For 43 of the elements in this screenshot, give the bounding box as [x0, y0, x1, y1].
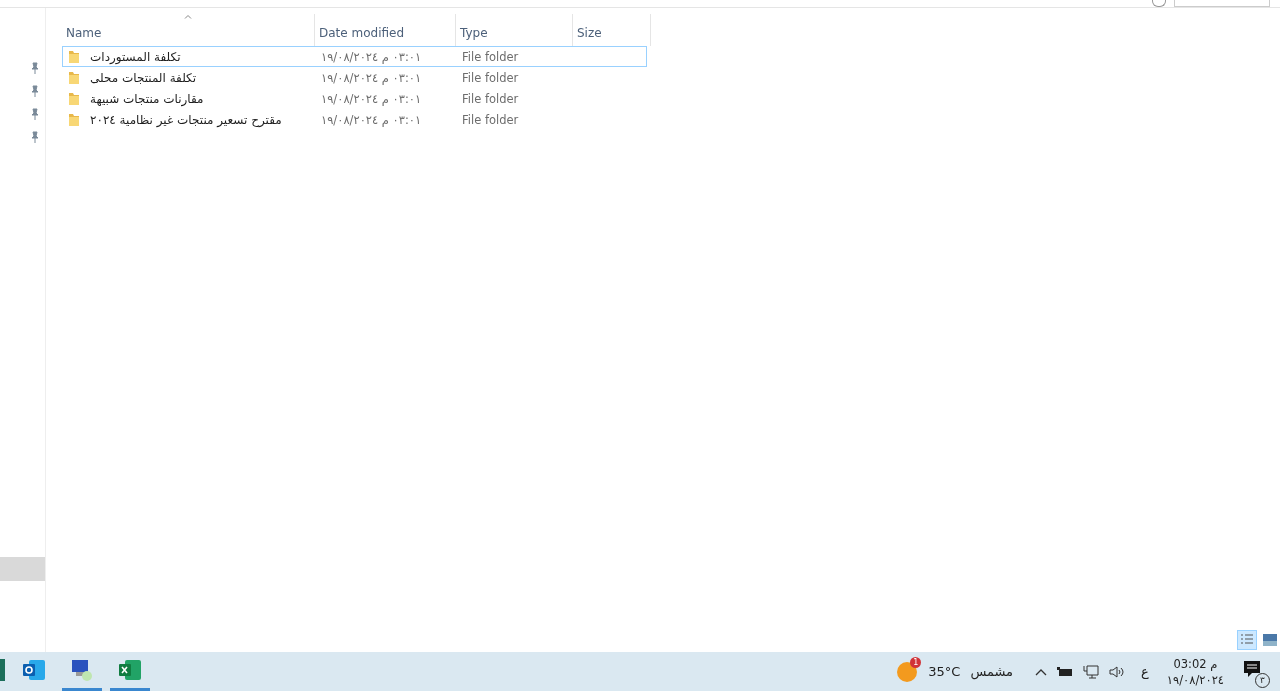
weather-badge: 1 — [910, 656, 922, 668]
folder-name: تكلفة المنتجات محلى — [90, 70, 197, 85]
folder-icon — [68, 49, 80, 64]
item-type: File folder — [461, 49, 520, 64]
column-header[interactable]: Date modified — [315, 14, 456, 46]
outlook-icon[interactable] — [22, 659, 46, 681]
folder-icon — [68, 91, 80, 106]
folder-name: مقترح تسعير منتجات غير نظامية ٢٠٢٤ — [90, 112, 282, 127]
monitor-icon[interactable] — [70, 658, 94, 682]
clock-date[interactable]: ١٩/٠٨/٢٠٢٤ — [1166, 671, 1224, 688]
date-modified: ١٩/٠٨/٢٠٢٤ م ٠٣:٠١ — [320, 70, 423, 85]
column-header[interactable]: Name — [62, 14, 315, 46]
date-modified: ١٩/٠٨/٢٠٢٤ م ٠٣:٠١ — [320, 112, 423, 127]
folder-icon — [68, 70, 80, 85]
pin-icon[interactable] — [30, 131, 40, 143]
folder-name: تكلفة المستوردات — [90, 49, 181, 64]
item-type: File folder — [461, 70, 520, 85]
column-header[interactable]: Type — [456, 14, 573, 46]
notification-count: ٣ — [1255, 672, 1270, 688]
pin-icon[interactable] — [30, 62, 40, 74]
weather-condition: مشمس — [970, 664, 1014, 679]
temperature: 35°C — [928, 664, 961, 679]
folder-name: مقارنات منتجات شبيهة — [90, 91, 204, 106]
excel-icon[interactable] — [118, 659, 142, 681]
weather-icon[interactable]: 1 — [896, 660, 919, 683]
input-language[interactable]: ع — [1141, 664, 1149, 679]
list-icon — [1240, 633, 1254, 647]
network-icon[interactable] — [1083, 664, 1100, 679]
pin-icon[interactable] — [30, 108, 40, 120]
clock-time[interactable]: 03:02 م — [1173, 655, 1218, 672]
folder-icon — [68, 112, 80, 127]
chevron-up-icon[interactable] — [1035, 667, 1048, 676]
battery-icon[interactable] — [1057, 666, 1074, 677]
app-icon[interactable] — [0, 659, 6, 681]
date-modified: ١٩/٠٨/٢٠٢٤ م ٠٣:٠١ — [320, 49, 423, 64]
sort-caret-icon — [184, 14, 192, 19]
column-header[interactable]: Size — [573, 14, 651, 46]
refresh-icon[interactable] — [1152, 0, 1166, 7]
speaker-icon[interactable] — [1109, 665, 1126, 678]
date-modified: ١٩/٠٨/٢٠٢٤ م ٠٣:٠١ — [320, 91, 423, 106]
item-type: File folder — [461, 112, 520, 127]
item-type: File folder — [461, 91, 520, 106]
pin-icon[interactable] — [30, 85, 40, 97]
